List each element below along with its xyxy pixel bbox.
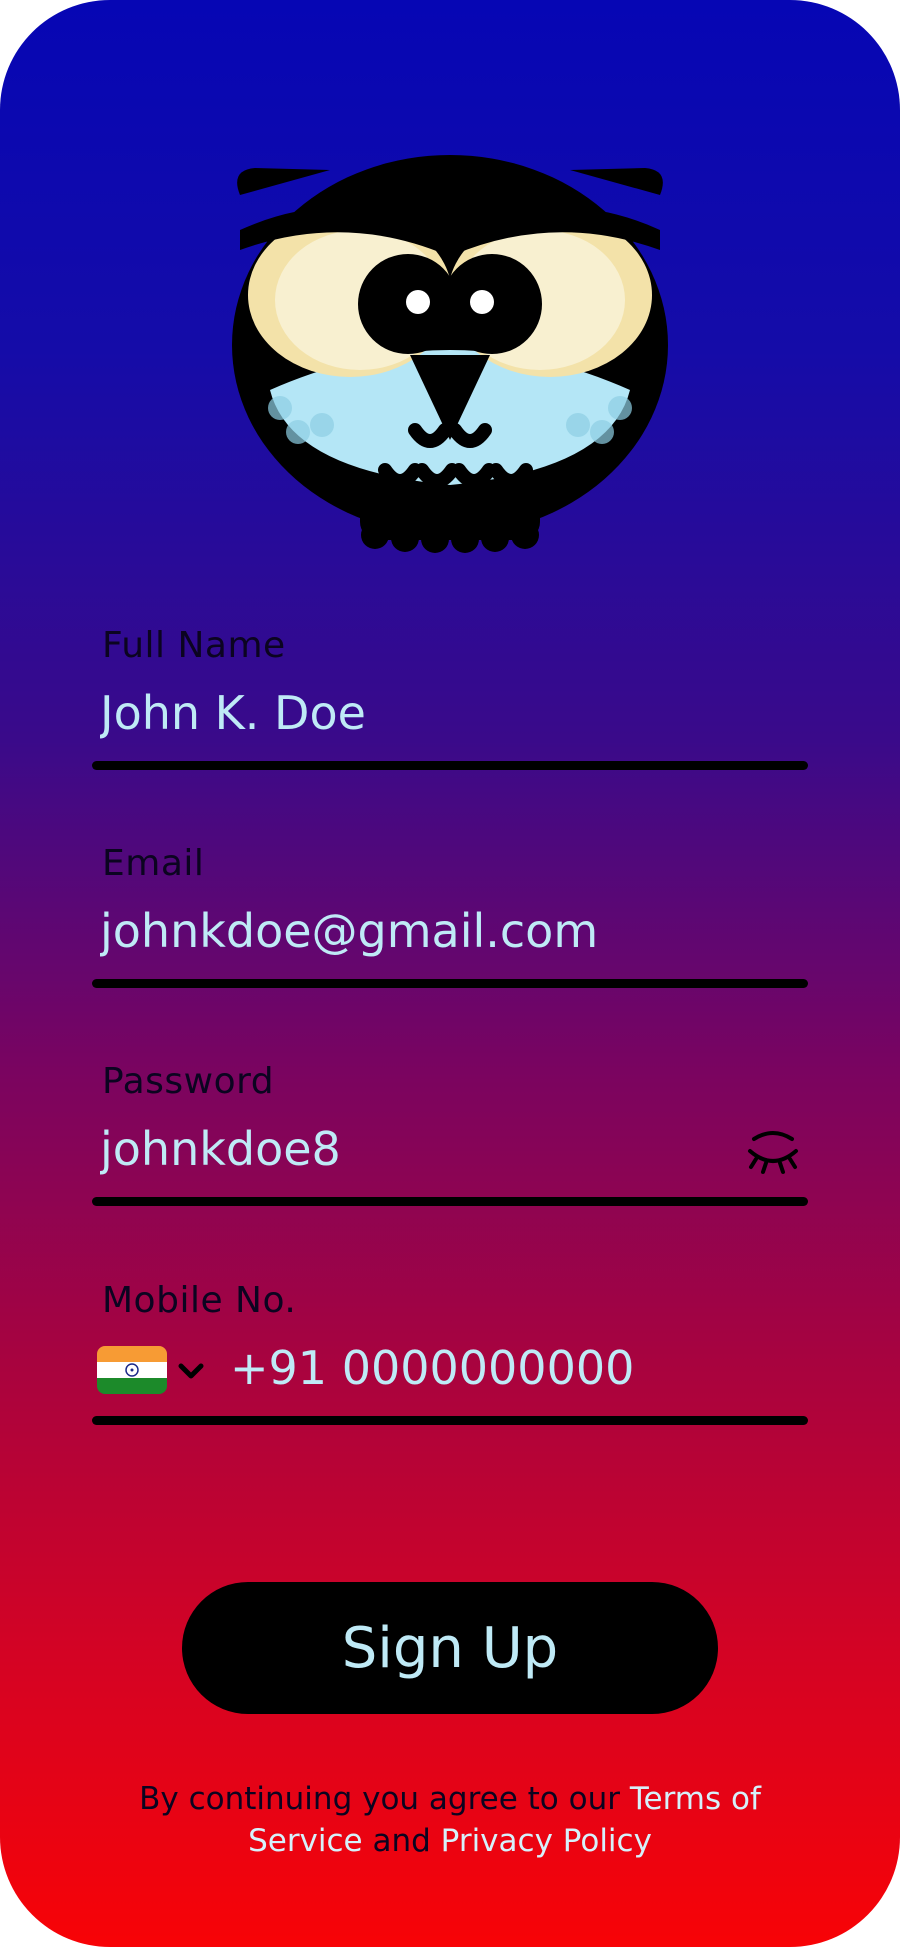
password-label: Password — [102, 1061, 275, 1102]
legal-prefix: By continuing you agree to our — [139, 1781, 630, 1817]
email-input[interactable] — [100, 901, 740, 961]
legal-text: By continuing you agree to our Terms of … — [110, 1778, 790, 1862]
full-name-label: Full Name — [102, 625, 286, 666]
sign-up-button[interactable]: Sign Up — [182, 1582, 718, 1714]
mobile-label: Mobile No. — [102, 1280, 297, 1321]
eye-closed-icon[interactable] — [746, 1129, 800, 1177]
full-name-input[interactable] — [100, 683, 740, 743]
mobile-input[interactable] — [230, 1338, 730, 1398]
india-flag-icon[interactable] — [97, 1346, 167, 1394]
legal-conjunction: and — [362, 1823, 441, 1859]
owl-logo — [210, 140, 690, 570]
email-label: Email — [102, 843, 205, 884]
full-name-underline — [92, 761, 808, 770]
chevron-down-icon[interactable] — [176, 1358, 206, 1384]
email-underline — [92, 979, 808, 988]
password-input[interactable] — [100, 1119, 740, 1179]
signup-screen: Full Name Email Password Mobile No. — [0, 0, 900, 1947]
password-underline — [92, 1197, 808, 1206]
mobile-underline — [92, 1416, 808, 1425]
privacy-policy-link[interactable]: Privacy Policy — [441, 1823, 652, 1859]
